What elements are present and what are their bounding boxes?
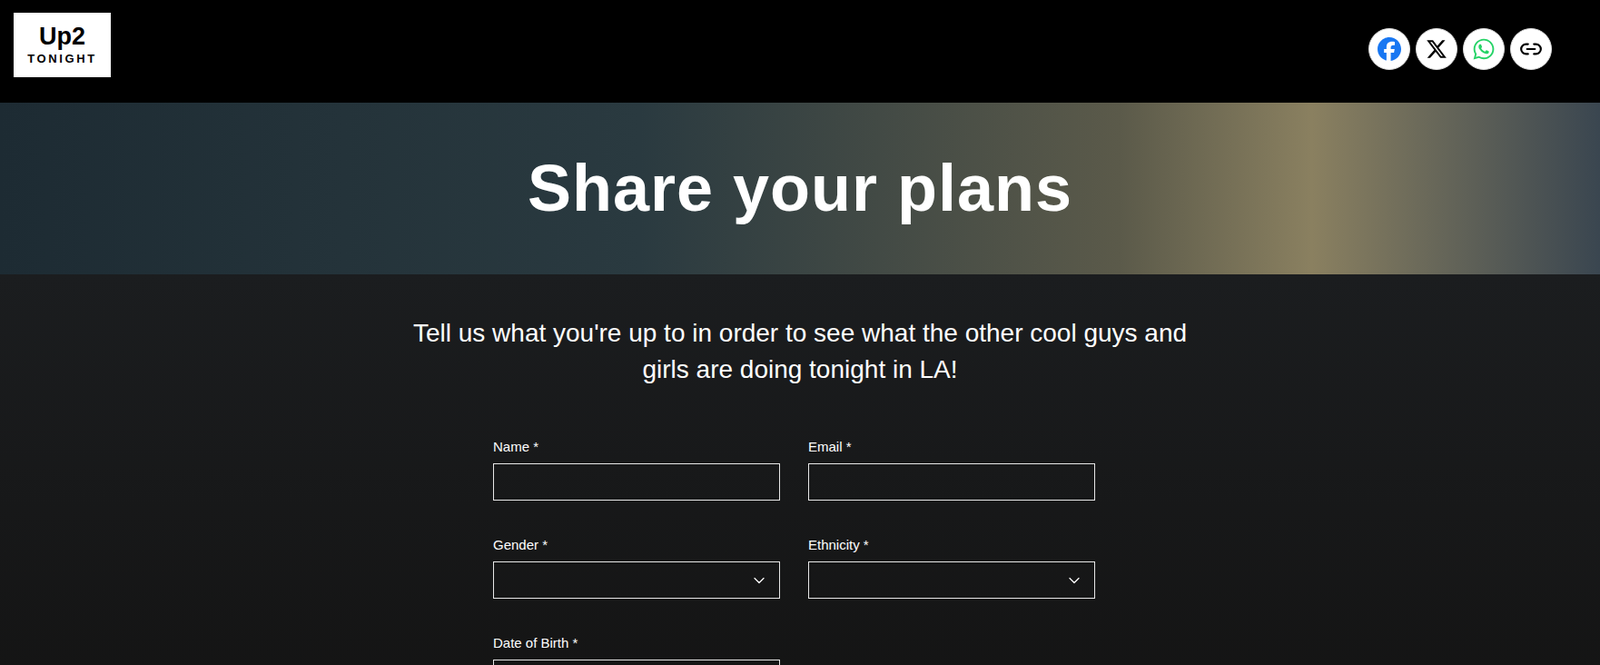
chevron-down-icon [1065,571,1084,590]
share-button[interactable] [1462,28,1505,70]
share-button[interactable] [1368,28,1411,70]
field-label: Ethnicity * [808,536,1096,554]
field-label: Date of Birth * [493,634,781,652]
logo-title: Up2 [39,24,86,50]
link-icon [1519,37,1543,61]
field-label: Name * [493,438,781,455]
input-box[interactable] [493,463,781,501]
form-field: Ethnicity * [808,536,1096,599]
input-box[interactable] [808,463,1096,501]
hero-banner: Share your plans [0,102,1600,275]
chevron-down-icon [750,571,769,590]
facebook-icon [1377,37,1402,61]
share-button[interactable] [1510,28,1552,70]
form-field: Email * [808,438,1096,501]
logo-subtitle: TONIGHT [27,51,97,66]
form-field: Name * [493,438,781,501]
text-input[interactable] [819,473,1084,491]
x-icon [1425,38,1448,60]
form-field: Gender * [493,536,781,599]
form: Name * Email * Gender * Ethnicity * Date of … [493,438,1096,665]
share-bar [1368,28,1552,70]
form-intro: Tell us what you're up to in order to se… [409,315,1191,388]
field-label: Gender * [493,536,781,554]
text-input[interactable] [504,473,769,491]
input-box[interactable] [493,659,781,665]
field-label: Email * [808,438,1096,455]
select-box[interactable] [808,561,1096,599]
page: Up2TONIGHT Share your plans Tell us what y… [0,0,1600,665]
header: Up2TONIGHT [0,0,1600,103]
form-field: Date of Birth * [493,634,781,665]
form-section: Tell us what you're up to in order to se… [0,274,1600,665]
whatsapp-icon [1471,37,1496,61]
logo[interactable]: Up2TONIGHT [13,12,111,78]
hero-title: Share your plans [527,152,1073,225]
select-box[interactable] [493,561,781,599]
share-button[interactable] [1415,28,1458,70]
